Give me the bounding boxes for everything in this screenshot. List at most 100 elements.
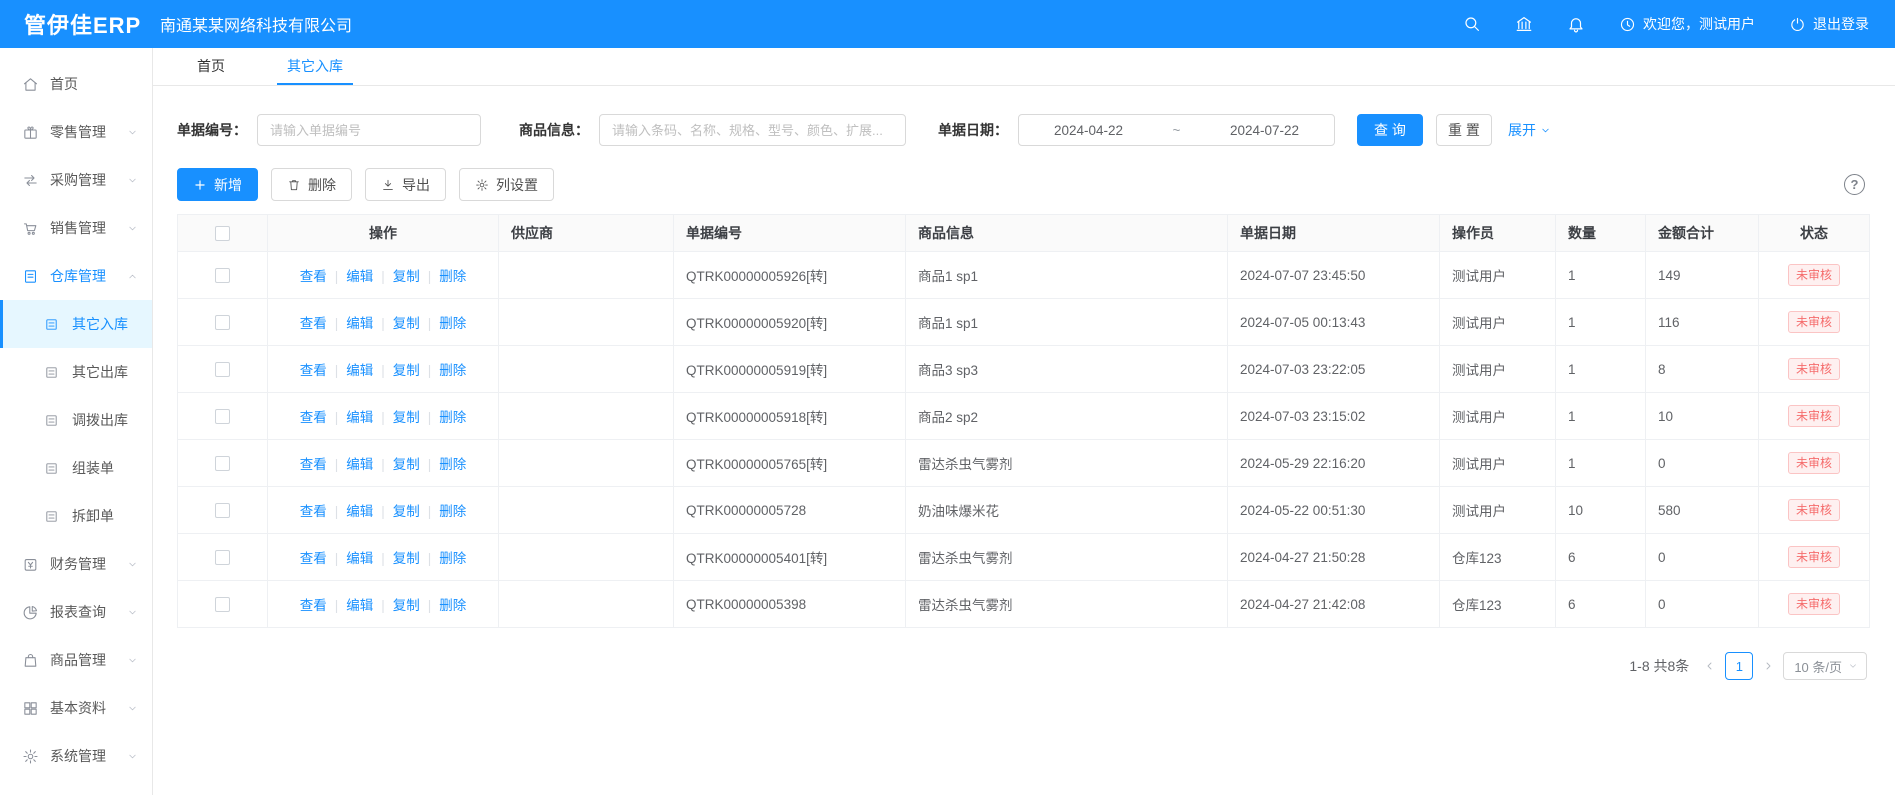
copy-link[interactable]: 复制 — [373, 598, 420, 613]
edit-link[interactable]: 编辑 — [327, 551, 374, 566]
view-link[interactable]: 查看 — [300, 551, 327, 566]
copy-link[interactable]: 复制 — [373, 504, 420, 519]
delete-link[interactable]: 删除 — [420, 598, 467, 613]
column-settings-button[interactable]: 列设置 — [459, 168, 554, 201]
delete-link[interactable]: 删除 — [420, 457, 467, 472]
copy-link[interactable]: 复制 — [373, 457, 420, 472]
product-cell: 雷达杀虫气雾剂 — [906, 440, 1228, 487]
sidebar-item-assembly[interactable]: 组装单 — [0, 444, 152, 492]
row-checkbox[interactable] — [215, 597, 230, 612]
table-row: 查看编辑复制删除 QTRK00000005401[转] 雷达杀虫气雾剂 2024… — [178, 534, 1870, 581]
product-info-label: 商品信息： — [519, 120, 589, 140]
add-button[interactable]: 新增 — [177, 168, 258, 201]
search-icon[interactable] — [1463, 15, 1481, 33]
order-no-cell: QTRK00000005920[转] — [674, 299, 906, 346]
sidebar-item-sales[interactable]: 销售管理 — [0, 204, 152, 252]
date-to-input[interactable] — [1209, 123, 1319, 138]
delete-button[interactable]: 删除 — [271, 168, 352, 201]
sidebar-item-finance[interactable]: 财务管理 — [0, 540, 152, 588]
date-cell: 2024-07-07 23:45:50 — [1228, 252, 1440, 299]
sidebar-item-retail[interactable]: 零售管理 — [0, 108, 152, 156]
select-all-checkbox[interactable] — [215, 226, 230, 241]
edit-link[interactable]: 编辑 — [327, 363, 374, 378]
row-checkbox[interactable] — [215, 362, 230, 377]
view-link[interactable]: 查看 — [300, 363, 327, 378]
row-checkbox[interactable] — [215, 550, 230, 565]
row-checkbox[interactable] — [215, 456, 230, 471]
sidebar-item-label: 调拨出库 — [72, 410, 128, 430]
export-label: 导出 — [402, 175, 430, 195]
logout-button[interactable]: 退出登录 — [1789, 14, 1869, 34]
view-link[interactable]: 查看 — [300, 598, 327, 613]
col-date: 单据日期 — [1228, 215, 1440, 252]
column-settings-label: 列设置 — [496, 175, 538, 195]
sidebar-item-products[interactable]: 商品管理 — [0, 636, 152, 684]
search-button[interactable]: 查 询 — [1357, 114, 1423, 146]
copy-link[interactable]: 复制 — [373, 410, 420, 425]
status-badge: 未审核 — [1788, 405, 1840, 427]
copy-link[interactable]: 复制 — [373, 363, 420, 378]
date-cell: 2024-05-29 22:16:20 — [1228, 440, 1440, 487]
sidebar-item-transfer-outbound[interactable]: 调拨出库 — [0, 396, 152, 444]
edit-link[interactable]: 编辑 — [327, 598, 374, 613]
col-supplier: 供应商 — [499, 215, 674, 252]
edit-link[interactable]: 编辑 — [327, 316, 374, 331]
col-amount: 金额合计 — [1646, 215, 1759, 252]
view-link[interactable]: 查看 — [300, 316, 327, 331]
tab-home[interactable]: 首页 — [187, 48, 235, 85]
col-operator: 操作员 — [1440, 215, 1556, 252]
order-no-input[interactable] — [257, 114, 481, 146]
prev-page-button[interactable] — [1704, 660, 1716, 672]
bell-icon[interactable] — [1567, 15, 1585, 33]
export-button[interactable]: 导出 — [365, 168, 446, 201]
delete-link[interactable]: 删除 — [420, 363, 467, 378]
delete-link[interactable]: 删除 — [420, 551, 467, 566]
page-size-select[interactable]: 10 条/页 — [1783, 652, 1867, 680]
copy-link[interactable]: 复制 — [373, 269, 420, 284]
sidebar-item-warehouse[interactable]: 仓库管理 — [0, 252, 152, 300]
view-link[interactable]: 查看 — [300, 410, 327, 425]
sidebar-item-other-inbound[interactable]: 其它入库 — [0, 300, 152, 348]
qty-cell: 6 — [1556, 534, 1646, 581]
sidebar-item-basic-data[interactable]: 基本资料 — [0, 684, 152, 732]
page-1-button[interactable]: 1 — [1725, 652, 1753, 680]
sidebar-item-disassembly[interactable]: 拆卸单 — [0, 492, 152, 540]
product-info-input[interactable] — [599, 114, 906, 146]
col-order-no: 单据编号 — [674, 215, 906, 252]
copy-link[interactable]: 复制 — [373, 551, 420, 566]
bank-icon[interactable] — [1515, 15, 1533, 33]
row-checkbox[interactable] — [215, 409, 230, 424]
reset-button[interactable]: 重 置 — [1436, 114, 1492, 146]
edit-link[interactable]: 编辑 — [327, 410, 374, 425]
delete-link[interactable]: 删除 — [420, 410, 467, 425]
row-checkbox[interactable] — [215, 268, 230, 283]
edit-link[interactable]: 编辑 — [327, 269, 374, 284]
delete-link[interactable]: 删除 — [420, 269, 467, 284]
date-range-picker[interactable]: ~ — [1018, 114, 1335, 146]
delete-link[interactable]: 删除 — [420, 504, 467, 519]
edit-link[interactable]: 编辑 — [327, 504, 374, 519]
expand-link[interactable]: 展开 — [1508, 120, 1551, 140]
next-page-button[interactable] — [1762, 660, 1774, 672]
tab-other-inbound[interactable]: 其它入库 — [277, 48, 353, 85]
view-link[interactable]: 查看 — [300, 269, 327, 284]
gear-icon — [475, 178, 489, 192]
delete-link[interactable]: 删除 — [420, 316, 467, 331]
view-link[interactable]: 查看 — [300, 504, 327, 519]
col-status: 状态 — [1759, 215, 1870, 252]
sidebar-item-other-outbound[interactable]: 其它出库 — [0, 348, 152, 396]
supplier-cell — [499, 581, 674, 628]
sidebar-item-home[interactable]: 首页 — [0, 60, 152, 108]
row-checkbox[interactable] — [215, 503, 230, 518]
edit-link[interactable]: 编辑 — [327, 457, 374, 472]
help-icon[interactable]: ? — [1844, 174, 1865, 195]
sidebar-item-system[interactable]: 系统管理 — [0, 732, 152, 780]
warehouse-icon — [22, 268, 39, 285]
view-link[interactable]: 查看 — [300, 457, 327, 472]
sidebar-item-reports[interactable]: 报表查询 — [0, 588, 152, 636]
row-checkbox[interactable] — [215, 315, 230, 330]
copy-link[interactable]: 复制 — [373, 316, 420, 331]
sidebar-item-purchase[interactable]: 采购管理 — [0, 156, 152, 204]
date-from-input[interactable] — [1034, 123, 1144, 138]
order-no-cell: QTRK00000005919[转] — [674, 346, 906, 393]
